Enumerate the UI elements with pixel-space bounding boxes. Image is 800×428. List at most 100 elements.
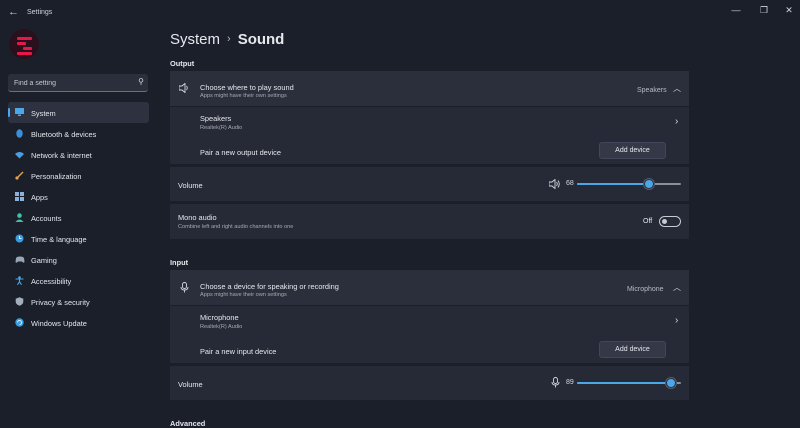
microphone-device-row[interactable]: Microphone Realtek(R) Audio › bbox=[170, 306, 689, 340]
minimize-button[interactable]: — bbox=[729, 5, 743, 15]
choose-input-row[interactable]: Choose a device for speaking or recordin… bbox=[170, 270, 689, 305]
sidebar-item-label: Bluetooth & devices bbox=[31, 130, 97, 139]
input-selected-device: Microphone bbox=[627, 286, 664, 293]
sidebar-item-system[interactable]: System bbox=[8, 102, 149, 123]
output-volume-card: Volume 68 bbox=[170, 167, 689, 201]
logo-bar bbox=[23, 47, 32, 50]
sidebar-item-network[interactable]: Network & internet bbox=[8, 144, 149, 165]
speakers-driver: Realtek(R) Audio bbox=[200, 125, 243, 131]
microphone-driver: Realtek(R) Audio bbox=[200, 324, 243, 330]
pair-input-label: Pair a new input device bbox=[200, 347, 277, 356]
bluetooth-icon bbox=[15, 129, 24, 138]
sidebar-item-windows-update[interactable]: Windows Update bbox=[8, 312, 149, 333]
sidebar-item-label: Time & language bbox=[31, 235, 87, 244]
add-input-device-button[interactable]: Add device bbox=[599, 341, 666, 358]
speakers-device-row[interactable]: Speakers Realtek(R) Audio › bbox=[170, 107, 689, 141]
choose-output-row[interactable]: Choose where to play sound Apps might ha… bbox=[170, 71, 689, 106]
back-arrow-icon[interactable]: ← bbox=[8, 6, 19, 18]
pair-output-label: Pair a new output device bbox=[200, 148, 281, 157]
window-title: Settings bbox=[27, 9, 53, 16]
chevron-right-icon: › bbox=[227, 33, 231, 45]
input-volume-slider[interactable] bbox=[577, 378, 681, 388]
sidebar-item-label: Accounts bbox=[31, 214, 62, 223]
output-volume-label: Volume bbox=[178, 181, 203, 190]
sidebar-item-label: Accessibility bbox=[31, 277, 72, 286]
globe-clock-icon bbox=[15, 234, 24, 243]
logo-avatar-icon[interactable] bbox=[9, 29, 39, 59]
maximize-button[interactable]: ❐ bbox=[757, 5, 771, 16]
chevron-right-icon[interactable]: › bbox=[675, 116, 678, 127]
logo-bar bbox=[17, 42, 26, 45]
brush-icon bbox=[15, 171, 24, 180]
mono-audio-card: Mono audio Combine left and right audio … bbox=[170, 204, 689, 239]
logo-bar bbox=[17, 52, 32, 55]
search-input[interactable] bbox=[8, 74, 136, 93]
logo-bar bbox=[17, 37, 32, 40]
chevron-up-icon[interactable]: ︿ bbox=[673, 83, 681, 94]
wifi-icon bbox=[15, 150, 24, 159]
shield-icon bbox=[15, 297, 24, 306]
gamepad-icon bbox=[15, 255, 25, 264]
sidebar-item-accounts[interactable]: Accounts bbox=[8, 207, 149, 228]
add-output-device-button[interactable]: Add device bbox=[599, 142, 666, 159]
slider-fill bbox=[577, 183, 648, 185]
microphone-icon[interactable] bbox=[551, 377, 560, 391]
section-heading-advanced: Advanced bbox=[170, 419, 206, 428]
input-volume-card: Volume 89 bbox=[170, 366, 689, 400]
speaker-volume-icon[interactable] bbox=[548, 178, 561, 192]
update-icon bbox=[15, 318, 24, 327]
chevron-right-icon[interactable]: › bbox=[675, 315, 678, 326]
microphone-name: Microphone bbox=[200, 313, 239, 322]
mono-audio-title: Mono audio bbox=[178, 213, 217, 222]
input-volume-label: Volume bbox=[178, 380, 203, 389]
input-volume-value: 89 bbox=[566, 379, 574, 386]
output-selected-device: Speakers bbox=[637, 87, 667, 94]
pair-input-row: Pair a new input device Add device bbox=[170, 340, 689, 363]
slider-thumb[interactable] bbox=[665, 378, 676, 388]
choose-output-subtitle: Apps might have their own settings bbox=[200, 93, 287, 99]
slider-fill bbox=[577, 382, 670, 384]
search-box[interactable]: ⚲ bbox=[8, 74, 148, 93]
mono-audio-subtitle: Combine left and right audio channels in… bbox=[178, 224, 294, 230]
mono-audio-state: Off bbox=[643, 218, 653, 225]
sidebar-item-label: Privacy & security bbox=[31, 298, 90, 307]
speakers-name: Speakers bbox=[200, 114, 232, 123]
search-icon[interactable]: ⚲ bbox=[138, 77, 144, 86]
section-heading-input: Input bbox=[170, 258, 189, 267]
sidebar-item-label: Gaming bbox=[31, 256, 57, 265]
section-heading-output: Output bbox=[170, 59, 195, 68]
choose-input-title: Choose a device for speaking or recordin… bbox=[200, 282, 339, 291]
breadcrumb-parent[interactable]: System bbox=[170, 31, 220, 48]
slider-thumb[interactable] bbox=[643, 179, 654, 189]
title-bar: ← Settings — ❐ ✕ bbox=[0, 0, 800, 24]
apps-icon bbox=[15, 192, 24, 201]
sidebar-item-apps[interactable]: Apps bbox=[8, 186, 149, 207]
choose-output-title: Choose where to play sound bbox=[200, 83, 294, 92]
output-device-card: Choose where to play sound Apps might ha… bbox=[170, 71, 689, 164]
output-volume-slider[interactable] bbox=[577, 179, 681, 189]
sidebar-item-label: System bbox=[31, 109, 56, 118]
person-icon bbox=[15, 213, 24, 222]
choose-input-subtitle: Apps might have their own settings bbox=[200, 292, 287, 298]
sidebar-item-privacy-security[interactable]: Privacy & security bbox=[8, 291, 149, 312]
sidebar-item-bluetooth[interactable]: Bluetooth & devices bbox=[8, 123, 149, 144]
microphone-icon bbox=[180, 282, 189, 296]
sidebar-item-label: Windows Update bbox=[31, 319, 87, 328]
input-device-card: Choose a device for speaking or recordin… bbox=[170, 270, 689, 363]
sidebar-item-gaming[interactable]: Gaming bbox=[8, 249, 149, 270]
close-button[interactable]: ✕ bbox=[782, 5, 796, 16]
page-title: Sound bbox=[237, 31, 285, 48]
pair-output-row: Pair a new output device Add device bbox=[170, 141, 689, 164]
sidebar-nav: System Bluetooth & devices Network & int… bbox=[8, 102, 149, 333]
breadcrumb: System › Sound bbox=[170, 31, 284, 48]
sidebar-item-accessibility[interactable]: Accessibility bbox=[8, 270, 149, 291]
speaker-icon bbox=[178, 82, 190, 96]
mono-audio-toggle[interactable] bbox=[659, 216, 681, 227]
accessibility-icon bbox=[15, 276, 24, 286]
sidebar-item-personalization[interactable]: Personalization bbox=[8, 165, 149, 186]
sidebar-item-time-language[interactable]: Time & language bbox=[8, 228, 149, 249]
chevron-up-icon[interactable]: ︿ bbox=[673, 282, 681, 293]
toggle-knob bbox=[662, 219, 667, 224]
sidebar-item-label: Apps bbox=[31, 193, 48, 202]
sidebar-item-label: Network & internet bbox=[31, 151, 92, 160]
